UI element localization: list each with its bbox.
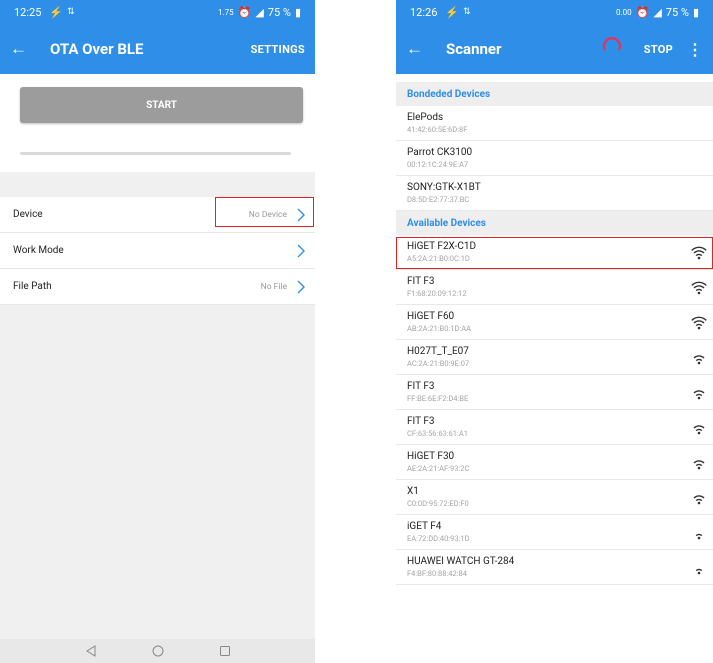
device-row[interactable]: HiGET F60 AB:2A:21:B0:1D:AA xyxy=(396,305,713,340)
wifi-signal-icon xyxy=(691,525,707,544)
device-name: iGET F4 xyxy=(407,521,442,532)
net-speed: 0.00 xyxy=(616,7,632,17)
device-list: Bondeded Devices ElePods 41:42:60:5E:6D:8… xyxy=(396,82,713,585)
device-address: EA:72:DD:40:93:1D xyxy=(407,534,470,543)
wifi-signal-icon xyxy=(691,280,707,299)
wifi-signal-icon xyxy=(691,420,707,439)
scanning-spinner-icon xyxy=(602,37,622,61)
back-nav-icon[interactable] xyxy=(85,642,97,661)
wifi-signal-icon xyxy=(691,560,707,579)
device-name: FIT F3 xyxy=(407,381,435,392)
device-name: HUAWEI WATCH GT-284 xyxy=(407,556,515,567)
device-address: FF:BE:6E:F2:D4:BE xyxy=(407,394,469,403)
device-row[interactable]: HUAWEI WATCH GT-284 F4:BF:80:88:42:84 xyxy=(396,550,713,585)
home-nav-icon[interactable] xyxy=(152,642,164,661)
device-name: Parrot CK3100 xyxy=(407,147,473,158)
arrows-icon: ⇅ xyxy=(463,7,471,17)
device-row[interactable]: Device No Device xyxy=(0,197,315,233)
settings-button[interactable]: SETTINGS xyxy=(251,43,305,56)
device-name: ElePods xyxy=(407,112,444,123)
status-bar: 12:25 ⚡ ⇅ 1.75 ⏰ ◢ 75 % ▮ xyxy=(0,0,315,24)
alarm-icon: ⏰ xyxy=(237,5,252,19)
start-button[interactable]: START xyxy=(20,87,303,123)
device-row[interactable]: FIT F3 FF:BE:6E:F2:D4:BE xyxy=(396,375,713,410)
device-row[interactable]: ElePods 41:42:60:5E:6D:8F xyxy=(396,106,713,141)
device-name: H027T_T_E07 xyxy=(407,346,469,357)
progress-section xyxy=(0,136,315,172)
more-vert-icon[interactable]: ⋮ xyxy=(687,40,703,59)
alarm-icon: ⏰ xyxy=(635,5,650,19)
device-highlight-box xyxy=(215,197,314,227)
device-address: AB:2A:21:B0:1D:AA xyxy=(407,324,471,333)
device-row[interactable]: HiGET F30 AE:2A:21:AF:93:2C xyxy=(396,445,713,480)
stop-button[interactable]: STOP xyxy=(644,43,673,56)
signal-icon: ◢ xyxy=(255,5,264,19)
wifi-signal-icon xyxy=(691,455,707,474)
page-title: Scanner xyxy=(446,40,502,58)
device-name: FIT F3 xyxy=(407,416,435,427)
available-devices-header: Available Devices xyxy=(396,211,713,235)
device-row[interactable]: SONY:GTK-X1BT D8:5D:E2:77:37:BC xyxy=(396,176,713,211)
device-name: X1 xyxy=(407,486,419,497)
device-address: F1:68:20:09:12:12 xyxy=(407,289,467,298)
wifi-signal-icon xyxy=(691,350,707,369)
row-label: Device xyxy=(13,209,43,220)
device-row[interactable]: iGET F4 EA:72:DD:40:93:1D xyxy=(396,515,713,550)
row-label: Work Mode xyxy=(13,245,64,256)
chevron-right-icon xyxy=(287,280,315,294)
page-title: OTA Over BLE xyxy=(50,40,144,58)
device-row[interactable]: X1 C0:0D:95:72:ED:F0 xyxy=(396,480,713,515)
device-address: CF:63:56:63:61:A1 xyxy=(407,429,468,438)
device-name: FIT F3 xyxy=(407,276,435,287)
progress-bar xyxy=(20,152,291,155)
device-row[interactable]: FIT F3 F1:68:20:09:12:12 xyxy=(396,270,713,305)
device-address: 41:42:60:5E:6D:8F xyxy=(407,125,468,134)
back-arrow-icon[interactable]: ← xyxy=(406,39,436,59)
device-row[interactable]: Parrot CK3100 00:12:1C:24:9E:A7 xyxy=(396,141,713,176)
bolt-icon: ⚡ xyxy=(49,5,64,19)
chevron-right-icon xyxy=(287,244,315,258)
device-address: C0:0D:95:72:ED:F0 xyxy=(407,499,469,508)
row-value: No File xyxy=(260,281,287,292)
selected-device-highlight xyxy=(396,237,713,269)
bonded-devices-header: Bondeded Devices xyxy=(396,82,713,106)
device-address: 00:12:1C:24:9E:A7 xyxy=(407,160,469,169)
device-name: HiGET F60 xyxy=(407,311,455,322)
net-speed: 1.75 xyxy=(218,7,234,17)
status-time: 12:26 xyxy=(410,5,438,19)
row-label: File Path xyxy=(13,281,52,292)
device-address: D8:5D:E2:77:37:BC xyxy=(407,195,470,204)
device-address: F4:BF:80:88:42:84 xyxy=(407,569,467,578)
status-bar: 12:26 ⚡ ⇅ 0.00 ⏰ ◢ 75 % ▮ xyxy=(396,0,713,24)
file-path-row[interactable]: File Path No File xyxy=(0,269,315,305)
nav-bar xyxy=(0,639,315,663)
battery-level: 75 % xyxy=(267,5,291,19)
app-bar: ← Scanner STOP ⋮ xyxy=(396,24,713,74)
battery-icon: ▮ xyxy=(294,5,301,19)
arrows-icon: ⇅ xyxy=(67,7,75,17)
wifi-signal-icon xyxy=(691,315,707,334)
work-mode-row[interactable]: Work Mode xyxy=(0,233,315,269)
wifi-signal-icon xyxy=(691,385,707,404)
ota-screen: 12:25 ⚡ ⇅ 1.75 ⏰ ◢ 75 % ▮ ← OTA Over BLE… xyxy=(0,0,315,663)
bolt-icon: ⚡ xyxy=(445,5,460,19)
wifi-signal-icon xyxy=(691,490,707,509)
battery-icon: ▮ xyxy=(692,5,699,19)
device-name: HiGET F30 xyxy=(407,451,455,462)
device-row[interactable]: H027T_T_E07 AC:2A:21:B0:9E:07 xyxy=(396,340,713,375)
device-row[interactable]: FIT F3 CF:63:56:63:61:A1 xyxy=(396,410,713,445)
device-address: AE:2A:21:AF:93:2C xyxy=(407,464,470,473)
device-address: AC:2A:21:B0:9E:07 xyxy=(407,359,470,368)
back-arrow-icon[interactable]: ← xyxy=(10,39,40,59)
start-section: START xyxy=(0,74,315,136)
settings-list: Device No Device Work Mode File Path No … xyxy=(0,197,315,305)
recents-nav-icon[interactable] xyxy=(219,642,231,661)
status-time: 12:25 xyxy=(14,5,42,19)
signal-icon: ◢ xyxy=(653,5,662,19)
scanner-screen: 12:26 ⚡ ⇅ 0.00 ⏰ ◢ 75 % ▮ ← Scanner STOP… xyxy=(396,0,713,663)
device-name: SONY:GTK-X1BT xyxy=(407,182,481,193)
app-bar: ← OTA Over BLE SETTINGS xyxy=(0,24,315,74)
battery-level: 75 % xyxy=(665,5,689,19)
